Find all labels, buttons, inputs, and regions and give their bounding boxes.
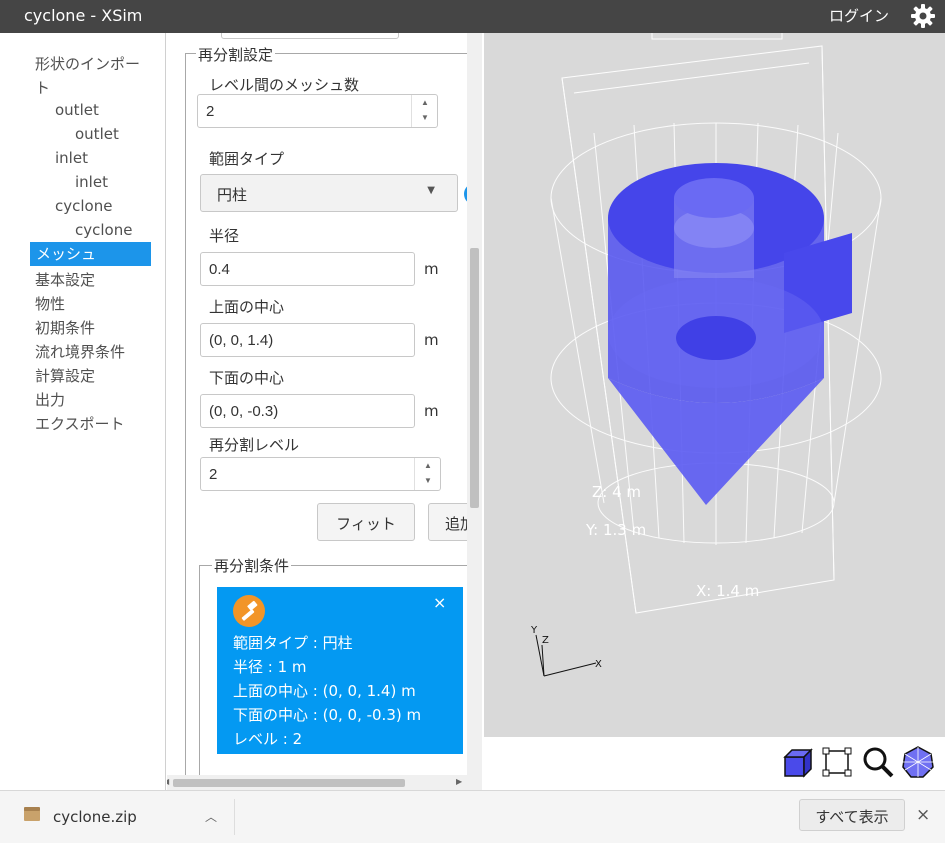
wireframe-sphere-icon[interactable] <box>901 745 935 779</box>
downloads-bar: cyclone.zip ︿ すべて表示 × <box>0 790 945 843</box>
sidebar-item-cyclone[interactable]: cyclone <box>55 197 112 215</box>
refine-settings-legend: 再分割設定 <box>196 44 276 65</box>
top-center-input[interactable]: (0, 0, 1.4) <box>200 323 415 357</box>
refine-level-input[interactable]: 2 ▲ ▼ <box>200 457 441 491</box>
window-title: cyclone - XSim <box>24 6 143 25</box>
download-file-name[interactable]: cyclone.zip <box>53 808 137 826</box>
app-window: cyclone - XSim ログイン 形状のインポー ト outlet out… <box>0 0 945 843</box>
mesh-between-levels-input[interactable]: 2 ▲ ▼ <box>197 94 438 128</box>
range-type-select[interactable]: 円柱 ▼ <box>200 174 458 212</box>
sidebar-item-flow-boundary[interactable]: 流れ境界条件 <box>35 341 125 362</box>
cube-view-icon[interactable] <box>780 745 814 779</box>
card-top-center: 上面の中心 : (0, 0, 1.4) m <box>233 682 416 700</box>
dimension-y-label: Y: 1.3 m <box>585 521 646 539</box>
panel-horizontal-scrollbar[interactable]: ◀ ▶ <box>167 775 482 790</box>
dimension-z-label: Z: 4 m <box>592 483 641 501</box>
sidebar-item-outlet[interactable]: outlet <box>55 101 99 119</box>
viewer-toolbar <box>484 737 945 790</box>
bottom-center-unit: m <box>424 402 439 420</box>
title-bar: cyclone - XSim ログイン <box>0 0 945 33</box>
mesh-between-levels-stepper[interactable]: ▲ ▼ <box>411 95 437 127</box>
main-content: 形状のインポー ト outlet outlet inlet inlet cycl… <box>0 33 945 790</box>
card-bottom-center: 下面の中心 : (0, 0, -0.3) m <box>233 706 422 724</box>
sidebar-item-inlet-child[interactable]: inlet <box>75 173 108 191</box>
card-range-type: 範囲タイプ : 円柱 <box>233 634 353 652</box>
scroll-left-icon[interactable]: ◀ <box>167 777 169 786</box>
gear-icon[interactable] <box>909 2 937 30</box>
range-type-value: 円柱 <box>217 186 248 204</box>
zoom-icon[interactable] <box>861 745 895 779</box>
refine-level-label: 再分割レベル <box>209 436 300 454</box>
sidebar-item-import[interactable]: 形状のインポー <box>35 53 140 74</box>
bottom-center-value: (0, 0, -0.3) <box>209 403 279 420</box>
top-center-label: 上面の中心 <box>209 298 285 316</box>
hammer-icon <box>233 595 265 627</box>
sidebar-item-outlet-child[interactable]: outlet <box>75 125 119 143</box>
chevron-up-icon[interactable]: ︿ <box>205 808 217 825</box>
sidebar-item-import-wrap[interactable]: ト <box>35 77 50 98</box>
scroll-right-icon[interactable]: ▶ <box>456 777 462 786</box>
refine-condition-card[interactable]: × 範囲タイプ : 円柱 半径 : 1 m 上面の中心 : (0, 0, 1.4… <box>217 587 463 754</box>
sidebar-item-initial-conditions[interactable]: 初期条件 <box>35 317 95 338</box>
bottom-center-label: 下面の中心 <box>209 369 285 387</box>
sidebar-item-inlet[interactable]: inlet <box>55 149 88 167</box>
top-center-unit: m <box>424 331 439 349</box>
sidebar-item-output[interactable]: 出力 <box>35 389 65 410</box>
close-icon[interactable]: × <box>433 593 446 612</box>
axis-z-label: Z <box>542 635 549 646</box>
vertical-scroll-thumb[interactable] <box>470 248 479 508</box>
mesh-between-levels-label: レベル間のメッシュ数 <box>209 76 360 94</box>
3d-scene: Z: 4 m Y: 1.3 m X: 1.4 m Y Z X <box>530 33 882 677</box>
axis-y-label: Y <box>530 625 538 636</box>
fit-bounds-icon[interactable] <box>820 745 854 779</box>
range-type-label: 範囲タイプ <box>209 150 285 168</box>
3d-viewport[interactable]: Z: 4 m Y: 1.3 m X: 1.4 m Y Z X <box>484 33 945 737</box>
card-radius: 半径 : 1 m <box>233 658 307 676</box>
sidebar: 形状のインポー ト outlet outlet inlet inlet cycl… <box>0 33 166 790</box>
login-link[interactable]: ログイン <box>829 5 889 26</box>
axis-x-label: X <box>595 659 602 670</box>
cut-off-field <box>221 33 399 39</box>
sidebar-item-properties[interactable]: 物性 <box>35 293 65 314</box>
sidebar-item-cyclone-child[interactable]: cyclone <box>75 221 132 239</box>
refine-conditions-legend: 再分割条件 <box>212 555 292 576</box>
dimension-x-label: X: 1.4 m <box>696 582 759 600</box>
chevron-down-icon: ▼ <box>427 185 435 196</box>
show-all-button[interactable]: すべて表示 <box>799 799 905 831</box>
radius-unit: m <box>424 260 439 278</box>
radius-input[interactable]: 0.4 <box>200 252 415 286</box>
bottom-center-input[interactable]: (0, 0, -0.3) <box>200 394 415 428</box>
panel-vertical-scrollbar[interactable] <box>467 33 482 775</box>
top-center-value: (0, 0, 1.4) <box>209 332 274 349</box>
refine-level-stepper[interactable]: ▲ ▼ <box>414 458 440 490</box>
fit-button[interactable]: フィット <box>317 503 415 541</box>
card-level: レベル : 2 <box>233 730 303 748</box>
refine-level-value: 2 <box>209 466 218 483</box>
radius-label: 半径 <box>209 227 240 245</box>
archive-icon <box>24 807 40 821</box>
sidebar-item-export[interactable]: エクスポート <box>35 413 125 434</box>
close-icon[interactable]: × <box>916 805 930 825</box>
sidebar-item-mesh[interactable]: メッシュ <box>30 242 151 266</box>
mesh-between-levels-value: 2 <box>206 103 215 120</box>
sidebar-item-basic-settings[interactable]: 基本設定 <box>35 269 95 290</box>
horizontal-scroll-thumb[interactable] <box>173 779 405 787</box>
downloads-separator <box>234 799 235 835</box>
cyclone-model <box>608 163 852 505</box>
radius-value: 0.4 <box>209 261 230 278</box>
sidebar-item-calc-settings[interactable]: 計算設定 <box>35 365 95 386</box>
add-button[interactable]: 追加 <box>428 503 467 541</box>
